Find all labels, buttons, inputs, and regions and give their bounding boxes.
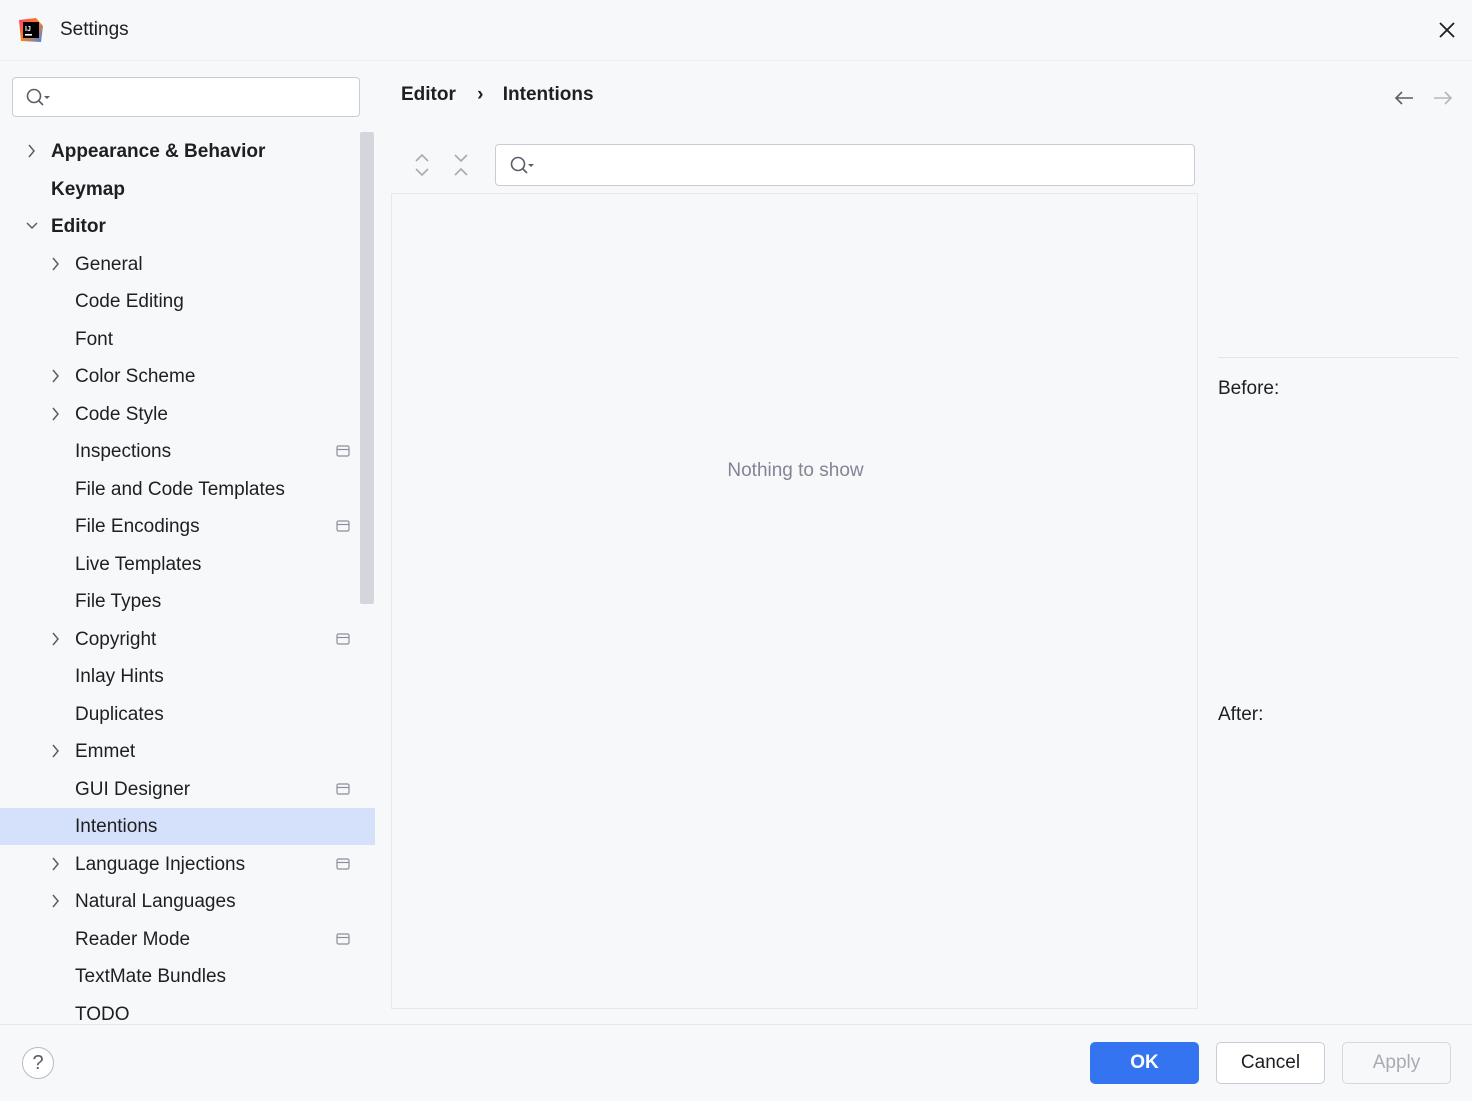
sidebar-item-label: Reader Mode (75, 929, 191, 950)
sidebar-item-label: Natural Languages (75, 891, 236, 912)
sidebar-item-editor[interactable]: Editor (0, 208, 375, 245)
intentions-filter-box[interactable] (495, 144, 1195, 186)
project-level-icon (336, 520, 350, 532)
sidebar-item-label: Inspections (75, 441, 172, 462)
description-divider (1218, 357, 1458, 358)
sidebar-item-label: General (75, 254, 143, 275)
svg-text:IJ: IJ (25, 26, 31, 33)
settings-tree: Appearance & Behavior Keymap Editor General… (0, 131, 375, 1024)
sidebar-item-label: Live Templates (75, 554, 202, 575)
sidebar-item-label: Copyright (75, 629, 157, 650)
sidebar-item-reader-mode[interactable]: Reader Mode (0, 921, 375, 958)
intentions-list[interactable]: Nothing to show (391, 193, 1198, 1009)
sidebar-item-label: Editor (51, 216, 106, 237)
sidebar-item-appearance-behavior[interactable]: Appearance & Behavior (0, 133, 375, 170)
sidebar-item-label: Emmet (75, 741, 136, 762)
project-level-icon (336, 933, 350, 945)
back-arrow-icon[interactable] (1392, 88, 1416, 108)
after-label: After: (1218, 704, 1264, 725)
sidebar-item-gui-designer[interactable]: GUI Designer (0, 771, 375, 808)
sidebar-item-language-injections[interactable]: Language Injections (0, 846, 375, 883)
sidebar-item-label: Language Injections (75, 854, 246, 875)
sidebar-item-label: Keymap (51, 179, 125, 200)
sidebar-item-label: Font (75, 329, 114, 350)
sidebar-item-label: Appearance & Behavior (51, 141, 266, 162)
sidebar-item-inlay-hints[interactable]: Inlay Hints (0, 658, 375, 695)
sidebar-item-general[interactable]: General (0, 246, 375, 283)
search-icon (26, 88, 50, 106)
forward-arrow-icon[interactable] (1431, 88, 1455, 108)
sidebar-item-label: File Types (75, 591, 162, 612)
sidebar-item-file-encodings[interactable]: File Encodings (0, 508, 375, 545)
breadcrumb-parent[interactable]: Editor (401, 84, 456, 106)
sidebar-item-code-style[interactable]: Code Style (0, 396, 375, 433)
sidebar-item-label: Code Style (75, 404, 168, 425)
chevron-right-icon[interactable] (25, 143, 39, 159)
apply-button[interactable]: Apply (1342, 1042, 1451, 1084)
window-title: Settings (60, 19, 129, 40)
close-icon[interactable] (1434, 17, 1460, 43)
sidebar-item-label: TextMate Bundles (75, 966, 227, 987)
sidebar-item-code-editing[interactable]: Code Editing (0, 283, 375, 320)
project-level-icon (336, 783, 350, 795)
sidebar-item-duplicates[interactable]: Duplicates (0, 696, 375, 733)
sidebar-item-textmate-bundles[interactable]: TextMate Bundles (0, 958, 375, 995)
sidebar-item-label: TODO (75, 1004, 130, 1024)
project-level-icon (336, 633, 350, 645)
sidebar-item-todo[interactable]: TODO (0, 996, 375, 1024)
chevron-right-icon[interactable] (49, 256, 63, 272)
sidebar-item-color-scheme[interactable]: Color Scheme (0, 358, 375, 395)
chevron-right-icon[interactable] (49, 893, 63, 909)
expand-all-icon[interactable] (412, 152, 432, 178)
ok-button[interactable]: OK (1090, 1042, 1199, 1084)
sidebar-item-font[interactable]: Font (0, 321, 375, 358)
sidebar-item-natural-languages[interactable]: Natural Languages (0, 883, 375, 920)
breadcrumb-separator: › (477, 84, 484, 105)
chevron-right-icon[interactable] (49, 406, 63, 422)
sidebar-item-emmet[interactable]: Emmet (0, 733, 375, 770)
sidebar-scrollbar[interactable] (360, 132, 374, 604)
project-level-icon (336, 858, 350, 870)
sidebar-item-intentions[interactable]: Intentions (0, 808, 375, 845)
sidebar-item-label: Duplicates (75, 704, 164, 725)
chevron-right-icon[interactable] (49, 368, 63, 384)
sidebar-item-label: Intentions (75, 816, 158, 837)
settings-search-box[interactable] (12, 77, 360, 117)
title-bar: IJ Settings (0, 0, 1472, 61)
help-button[interactable]: ? (22, 1047, 54, 1079)
chevron-right-icon[interactable] (49, 743, 63, 759)
sidebar-item-label: GUI Designer (75, 779, 191, 800)
intentions-filter-input[interactable] (542, 152, 1186, 180)
sidebar-item-copyright[interactable]: Copyright (0, 621, 375, 658)
sidebar-item-inspections[interactable]: Inspections (0, 433, 375, 470)
settings-search-input[interactable] (57, 84, 351, 112)
collapse-all-icon[interactable] (451, 152, 471, 178)
sidebar-item-keymap[interactable]: Keymap (0, 171, 375, 208)
intellij-logo-icon: IJ (19, 18, 43, 42)
breadcrumb-current: Intentions (502, 84, 594, 105)
sidebar-item-file-types[interactable]: File Types (0, 583, 375, 620)
search-icon (510, 156, 534, 174)
sidebar-item-label: Color Scheme (75, 366, 196, 387)
sidebar-item-file-and-code-templates[interactable]: File and Code Templates (0, 471, 375, 508)
before-label: Before: (1218, 378, 1280, 399)
sidebar-item-label: Code Editing (75, 291, 184, 312)
chevron-right-icon[interactable] (49, 856, 63, 872)
sidebar-item-label: Inlay Hints (75, 666, 164, 687)
sidebar-item-label: File and Code Templates (75, 479, 285, 500)
sidebar-item-label: File Encodings (75, 516, 200, 537)
chevron-right-icon[interactable] (49, 631, 63, 647)
empty-state-text: Nothing to show (727, 460, 864, 481)
cancel-button[interactable]: Cancel (1216, 1042, 1325, 1084)
project-level-icon (336, 445, 350, 457)
sidebar-item-live-templates[interactable]: Live Templates (0, 546, 375, 583)
breadcrumb: Editor › Intentions (401, 84, 594, 106)
chevron-down-icon[interactable] (25, 218, 39, 234)
